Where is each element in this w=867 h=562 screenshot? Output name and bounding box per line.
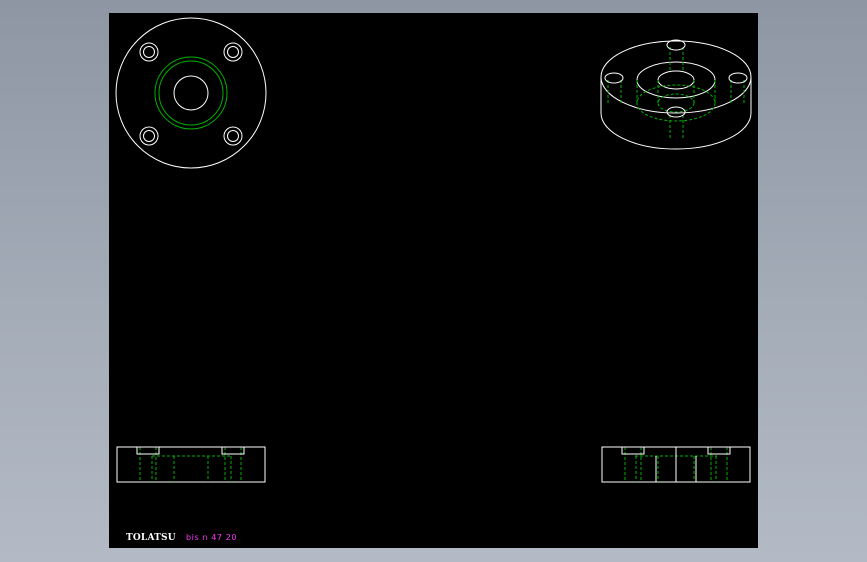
top-view [115, 17, 267, 169]
iso-bolt-hole-right [728, 72, 748, 84]
bolt-hole-br-inner [227, 130, 239, 142]
title-block-brand: TOLATSU [126, 533, 176, 543]
flange-outer-circle [115, 17, 267, 169]
front-section-view [116, 446, 266, 483]
bolt-hole-tr-inner [227, 46, 239, 58]
side-section-view [601, 446, 751, 483]
iso-bolt-holes [604, 39, 748, 118]
bolt-hole-tr [223, 42, 243, 62]
bolt-hole-tl [139, 42, 159, 62]
iso-bottom-edge [600, 112, 752, 150]
isometric-view [600, 39, 752, 150]
iso-hidden-bore-bottom [657, 93, 695, 113]
iso-hidden-hub-bottom [636, 84, 716, 122]
bolt-hole-bl [139, 126, 159, 146]
hub-inner-circle [158, 60, 224, 126]
side-center-lines [655, 447, 697, 482]
iso-hub-ring [636, 61, 716, 99]
cad-drawing [115, 17, 752, 483]
iso-hidden-lines [607, 47, 745, 140]
front-hidden-lines [139, 447, 242, 482]
iso-top-face [600, 40, 752, 114]
bore-circle [173, 75, 209, 111]
title-block-part-code: bis n 47 20 [186, 533, 238, 542]
iso-bolt-hole-left [604, 72, 624, 84]
front-counterbores [136, 446, 245, 455]
front-outline [116, 446, 266, 483]
bolt-hole-bl-inner [143, 130, 155, 142]
bolt-hole-tl-inner [143, 46, 155, 58]
bolt-hole-br [223, 126, 243, 146]
hub-outer-circle [154, 56, 228, 130]
